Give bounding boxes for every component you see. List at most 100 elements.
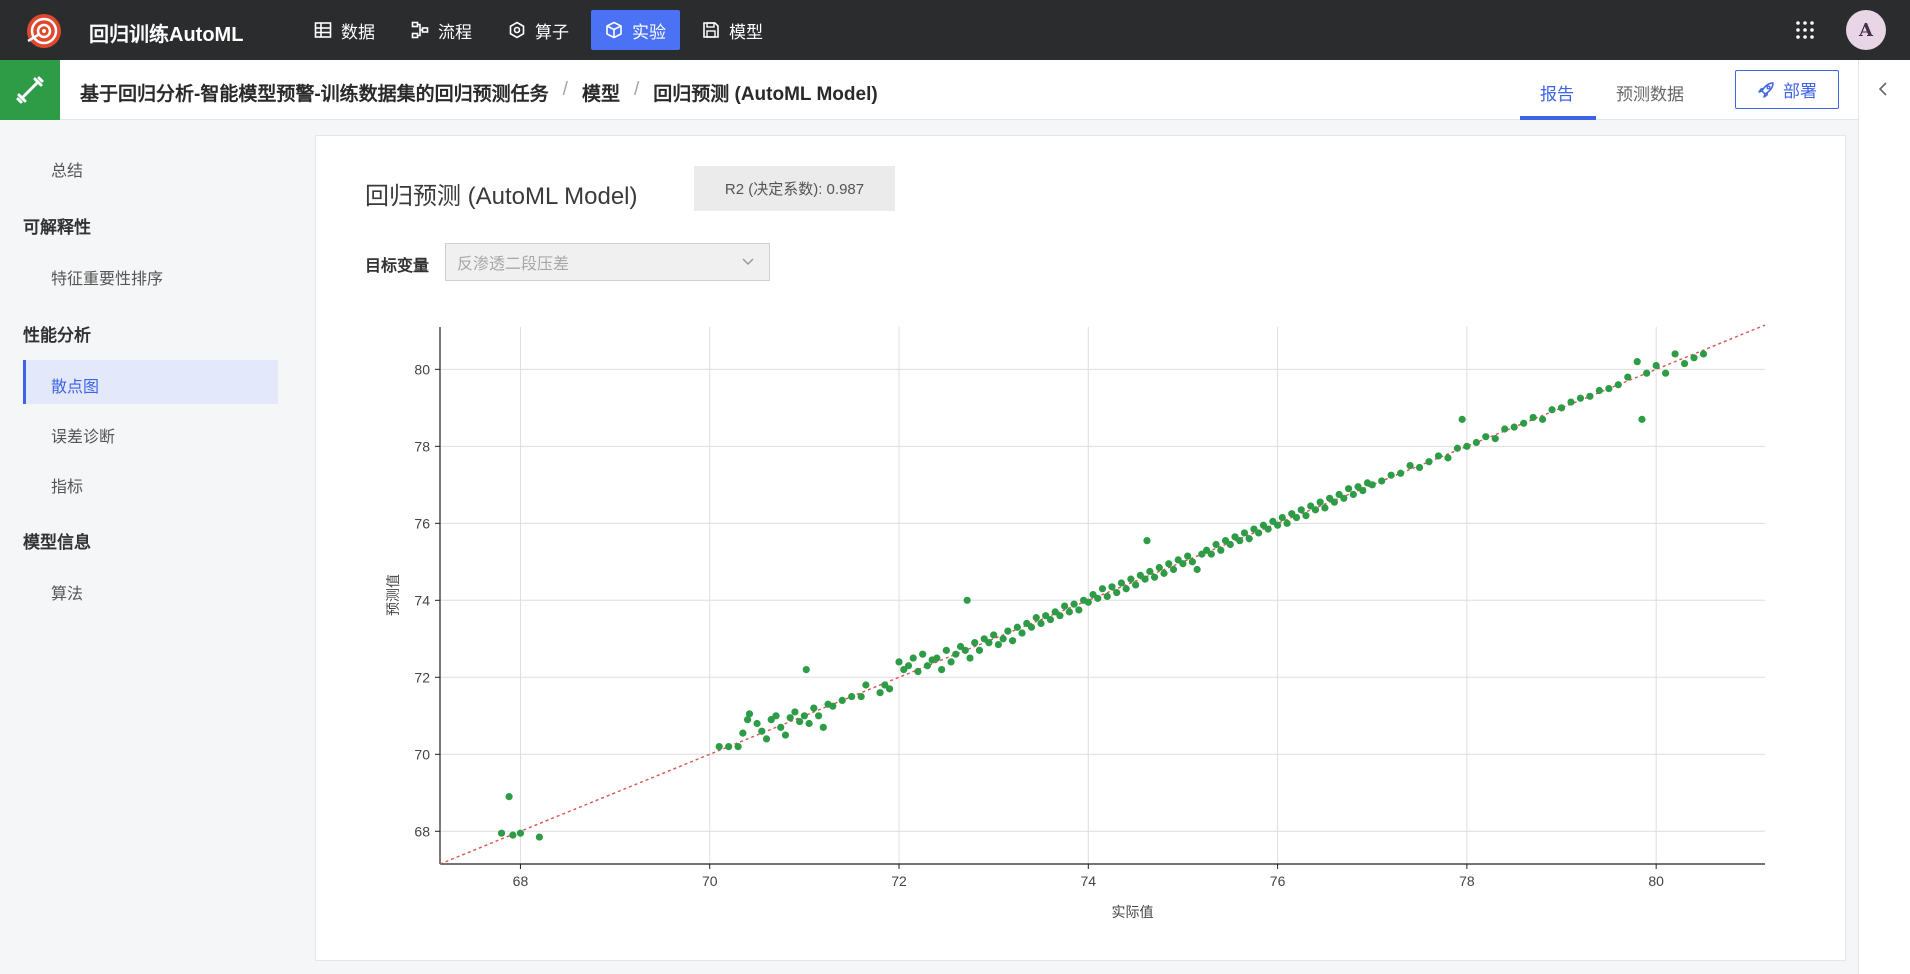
- target-variable-select[interactable]: 反渗透二段压差: [445, 243, 770, 281]
- data-point: [1576, 394, 1585, 402]
- data-point: [1378, 477, 1386, 485]
- data-point: [994, 640, 1002, 649]
- apps-grid-icon[interactable]: [1795, 20, 1815, 40]
- data-point: [1501, 425, 1509, 433]
- data-point: [952, 650, 960, 658]
- flow-icon: [411, 21, 429, 39]
- nav-label-data: 数据: [341, 22, 375, 42]
- top-nav-bar: 回归训练AutoML 数据 流程 算子 实验 模型 A: [0, 0, 1910, 60]
- data-point: [1070, 600, 1078, 608]
- data-point: [1165, 560, 1173, 568]
- y-tick-label: 74: [414, 592, 430, 608]
- x-tick-label: 72: [891, 873, 907, 889]
- data-point: [1132, 581, 1140, 589]
- sidebar-item-algorithm[interactable]: 算法: [51, 580, 83, 604]
- nav-item-experiment[interactable]: 实验: [591, 10, 680, 50]
- page-title: 回归预测 (AutoML Model): [365, 183, 638, 210]
- data-point: [862, 681, 870, 689]
- data-point: [1037, 619, 1045, 628]
- breadcrumb-model[interactable]: 模型: [582, 79, 620, 106]
- data-point: [1680, 359, 1689, 368]
- nav-item-model[interactable]: 模型: [688, 10, 777, 50]
- data-point: [1529, 413, 1537, 422]
- data-point: [1084, 598, 1092, 606]
- data-point: [1046, 615, 1055, 624]
- data-point: [1671, 350, 1679, 358]
- data-point: [914, 667, 922, 676]
- tab-predict-data[interactable]: 预测数据: [1616, 80, 1684, 105]
- data-point: [1510, 423, 1518, 431]
- data-point: [516, 829, 525, 837]
- sidebar-item-feature-importance[interactable]: 特征重要性排序: [51, 265, 163, 289]
- data-point: [1184, 552, 1192, 560]
- nav-label-experiment: 实验: [632, 22, 666, 42]
- data-point: [772, 712, 780, 720]
- data-point: [509, 831, 517, 839]
- nav-item-operator[interactable]: 算子: [494, 10, 583, 50]
- app-logo-icon[interactable]: [24, 11, 64, 51]
- data-point: [1027, 623, 1036, 631]
- data-point: [963, 596, 971, 604]
- breadcrumb-task[interactable]: 基于回归分析-智能模型预警-训练数据集的回归预测任务: [80, 79, 549, 106]
- data-point: [938, 666, 946, 674]
- data-point: [1662, 369, 1670, 377]
- data-point: [1406, 461, 1414, 470]
- nav-label-operator: 算子: [535, 22, 569, 42]
- data-point: [786, 714, 794, 722]
- data-point: [1160, 569, 1168, 577]
- x-tick-label: 80: [1648, 873, 1664, 889]
- data-point: [1008, 637, 1017, 645]
- tab-active-indicator: [1520, 116, 1596, 120]
- data-point: [904, 662, 913, 670]
- r2-score-badge: R2 (决定系数): 0.987: [694, 166, 895, 211]
- data-point: [725, 742, 733, 751]
- data-point: [1094, 594, 1102, 602]
- data-point: [1217, 546, 1225, 554]
- data-point: [1458, 415, 1466, 423]
- data-point: [791, 708, 799, 716]
- deploy-button[interactable]: 部署: [1735, 70, 1839, 109]
- data-point: [802, 666, 810, 674]
- breadcrumb-separator: /: [633, 79, 640, 100]
- data-point: [1226, 540, 1234, 549]
- data-point: [1018, 629, 1026, 637]
- table-icon: [314, 22, 332, 38]
- sidebar-item-summary[interactable]: 总结: [51, 157, 83, 181]
- sidebar-item-scatter[interactable]: 散点图: [51, 373, 99, 397]
- right-panel-rail: [1858, 60, 1910, 974]
- data-point: [814, 712, 823, 720]
- breadcrumb: 基于回归分析-智能模型预警-训练数据集的回归预测任务 / 模型 / 回归预测 (…: [80, 79, 878, 106]
- tab-report[interactable]: 报告: [1540, 80, 1574, 105]
- data-point: [1240, 529, 1249, 537]
- data-point: [758, 727, 766, 735]
- data-point: [753, 719, 761, 728]
- data-point: [1425, 458, 1433, 466]
- save-icon: [703, 22, 719, 38]
- nav-item-flow[interactable]: 流程: [397, 10, 486, 50]
- data-point: [1212, 540, 1220, 549]
- data-point: [1586, 392, 1594, 400]
- data-point: [1188, 558, 1197, 566]
- sidebar-item-metrics[interactable]: 指标: [51, 473, 83, 497]
- data-point: [1255, 529, 1263, 537]
- data-point: [942, 646, 950, 654]
- user-avatar[interactable]: A: [1846, 10, 1886, 50]
- data-point: [1520, 419, 1528, 427]
- sidebar-item-error-diagnosis[interactable]: 误差诊断: [51, 423, 115, 447]
- data-point: [1415, 463, 1424, 472]
- y-axis-title: 预测值: [385, 574, 401, 616]
- target-variable-value: 反渗透二段压差: [457, 256, 570, 273]
- nav-item-data[interactable]: 数据: [300, 10, 389, 50]
- rocket-icon: [1758, 81, 1774, 98]
- data-point: [1245, 535, 1253, 543]
- data-point: [1434, 452, 1443, 460]
- data-point: [1143, 537, 1151, 545]
- data-point: [947, 658, 955, 666]
- deploy-label: 部署: [1783, 82, 1817, 101]
- x-tick-label: 78: [1459, 873, 1475, 889]
- breadcrumb-separator: /: [562, 79, 568, 100]
- target-variable-label: 目标变量: [365, 258, 430, 275]
- data-point: [919, 650, 927, 658]
- data-point: [1359, 487, 1367, 495]
- chevron-left-icon[interactable]: [1875, 80, 1893, 98]
